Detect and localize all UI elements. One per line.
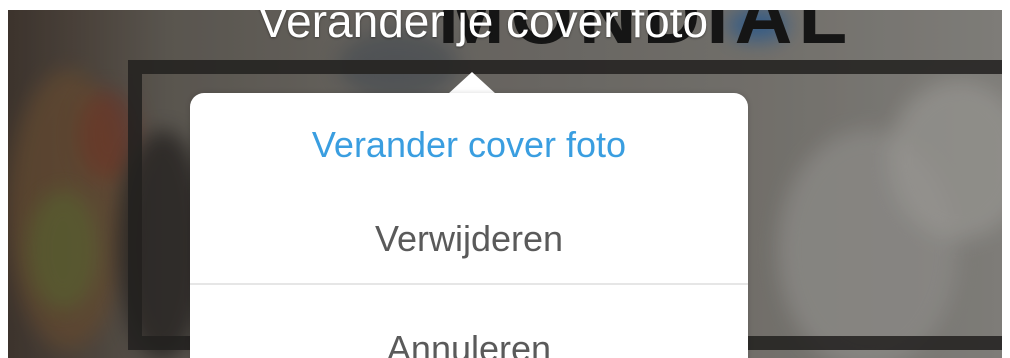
action-sheet: Verander cover foto Verwijderen Annulere… bbox=[190, 93, 748, 358]
cover-caption: Verander je cover foto bbox=[258, 10, 709, 47]
change-cover-photo-button[interactable]: Verander cover foto bbox=[190, 127, 748, 163]
popover-arrow bbox=[448, 72, 496, 94]
screen: MONDIAL Verander je cover foto Verander … bbox=[0, 0, 1010, 358]
cancel-button[interactable]: Annuleren bbox=[190, 331, 748, 358]
frame-border-left bbox=[0, 0, 8, 358]
delete-button[interactable]: Verwijderen bbox=[190, 221, 748, 257]
frame-border-top bbox=[0, 0, 1010, 10]
frame-border-right bbox=[1002, 0, 1010, 358]
divider bbox=[190, 283, 748, 285]
